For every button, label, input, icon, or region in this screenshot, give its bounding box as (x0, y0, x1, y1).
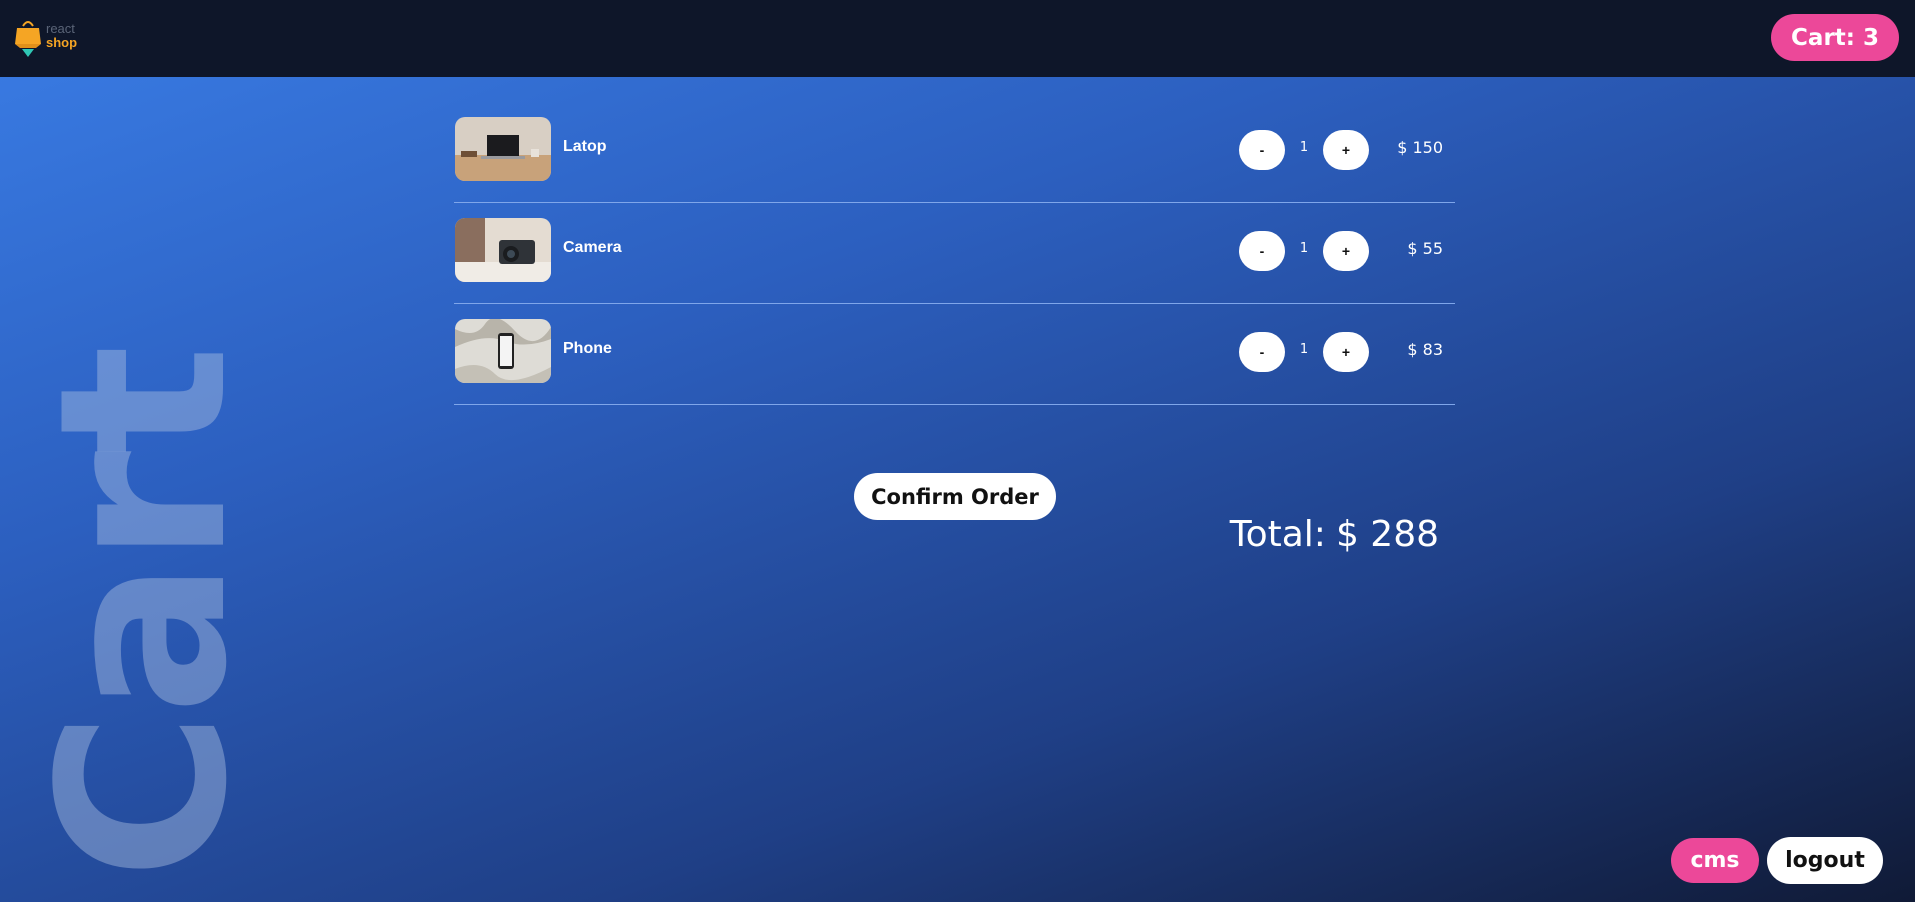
top-bar: react shop Cart: 3 (0, 0, 1915, 77)
item-quantity: 1 (1299, 241, 1309, 256)
item-name: Phone (563, 340, 612, 357)
cart-item: Latop - 1 + $ 150 (454, 102, 1455, 203)
cart-count: 3 (1862, 24, 1879, 51)
item-quantity: 1 (1299, 140, 1309, 155)
logo-text-react: react (46, 21, 75, 36)
cart-list: Latop - 1 + $ 150 Camera - 1 + $ 55 Phon… (454, 102, 1455, 555)
decrease-quantity-button[interactable]: - (1239, 231, 1285, 271)
item-price: $ 83 (1407, 340, 1443, 359)
item-price: $ 55 (1407, 239, 1443, 258)
decrease-quantity-button[interactable]: - (1239, 332, 1285, 372)
decrease-quantity-button[interactable]: - (1239, 130, 1285, 170)
cart-total: Total: $ 288 (1230, 514, 1439, 555)
item-name: Camera (563, 239, 622, 256)
increase-quantity-button[interactable]: + (1323, 130, 1369, 170)
item-quantity: 1 (1299, 342, 1309, 357)
item-price: $ 150 (1397, 138, 1443, 157)
cart-item: Phone - 1 + $ 83 (454, 304, 1455, 405)
cart-count-button[interactable]: Cart: 3 (1771, 14, 1899, 61)
increase-quantity-button[interactable]: + (1323, 332, 1369, 372)
shopping-bag-icon (15, 21, 41, 57)
background-page-title: Cart (11, 348, 278, 880)
total-value: $ 288 (1335, 514, 1439, 555)
laptop-image (455, 117, 551, 181)
camera-image (455, 218, 551, 282)
item-name: Latop (563, 138, 607, 155)
cart-label: Cart: (1791, 24, 1855, 51)
phone-image (455, 319, 551, 383)
logo-text-shop: shop (46, 35, 78, 50)
increase-quantity-button[interactable]: + (1323, 231, 1369, 271)
confirm-order-button[interactable]: Confirm Order (854, 473, 1056, 520)
logout-button[interactable]: logout (1767, 837, 1883, 884)
total-label: Total: (1229, 514, 1326, 555)
cart-item: Camera - 1 + $ 55 (454, 203, 1455, 304)
app-logo[interactable]: react shop (12, 14, 92, 60)
cms-button[interactable]: cms (1671, 838, 1759, 883)
